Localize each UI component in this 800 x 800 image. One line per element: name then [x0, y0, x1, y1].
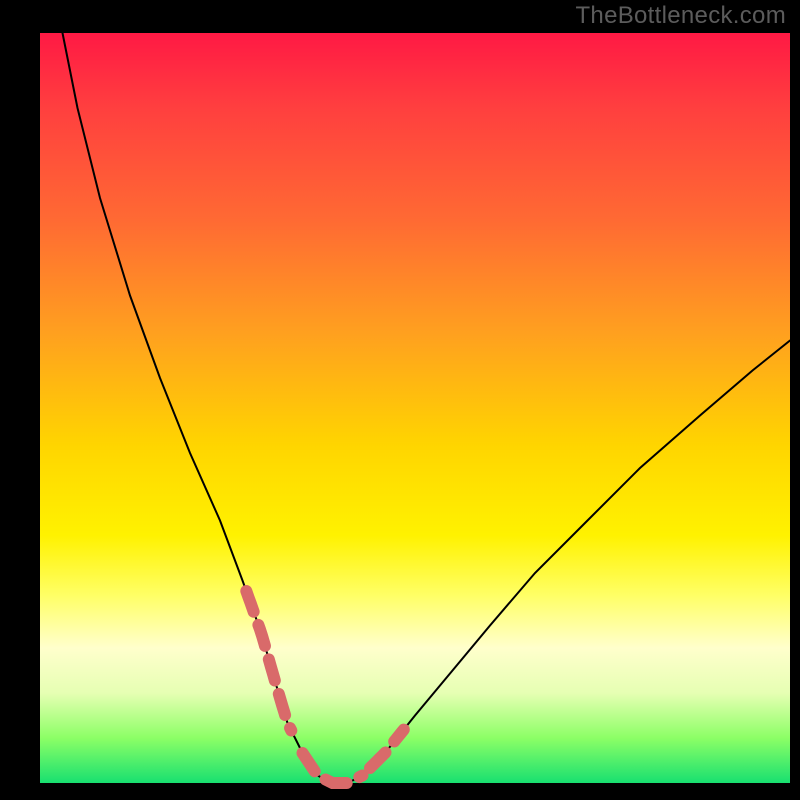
bottleneck-curve-line: [63, 33, 791, 783]
curve-svg: [40, 33, 790, 783]
highlight-dashes-left: [246, 591, 291, 731]
chart-frame: TheBottleneck.com: [0, 0, 800, 800]
watermark-text: TheBottleneck.com: [575, 2, 786, 30]
highlight-dashes-bottom: [303, 753, 363, 783]
highlight-dashes-right: [370, 730, 404, 768]
gradient-plot-area: [40, 33, 790, 783]
